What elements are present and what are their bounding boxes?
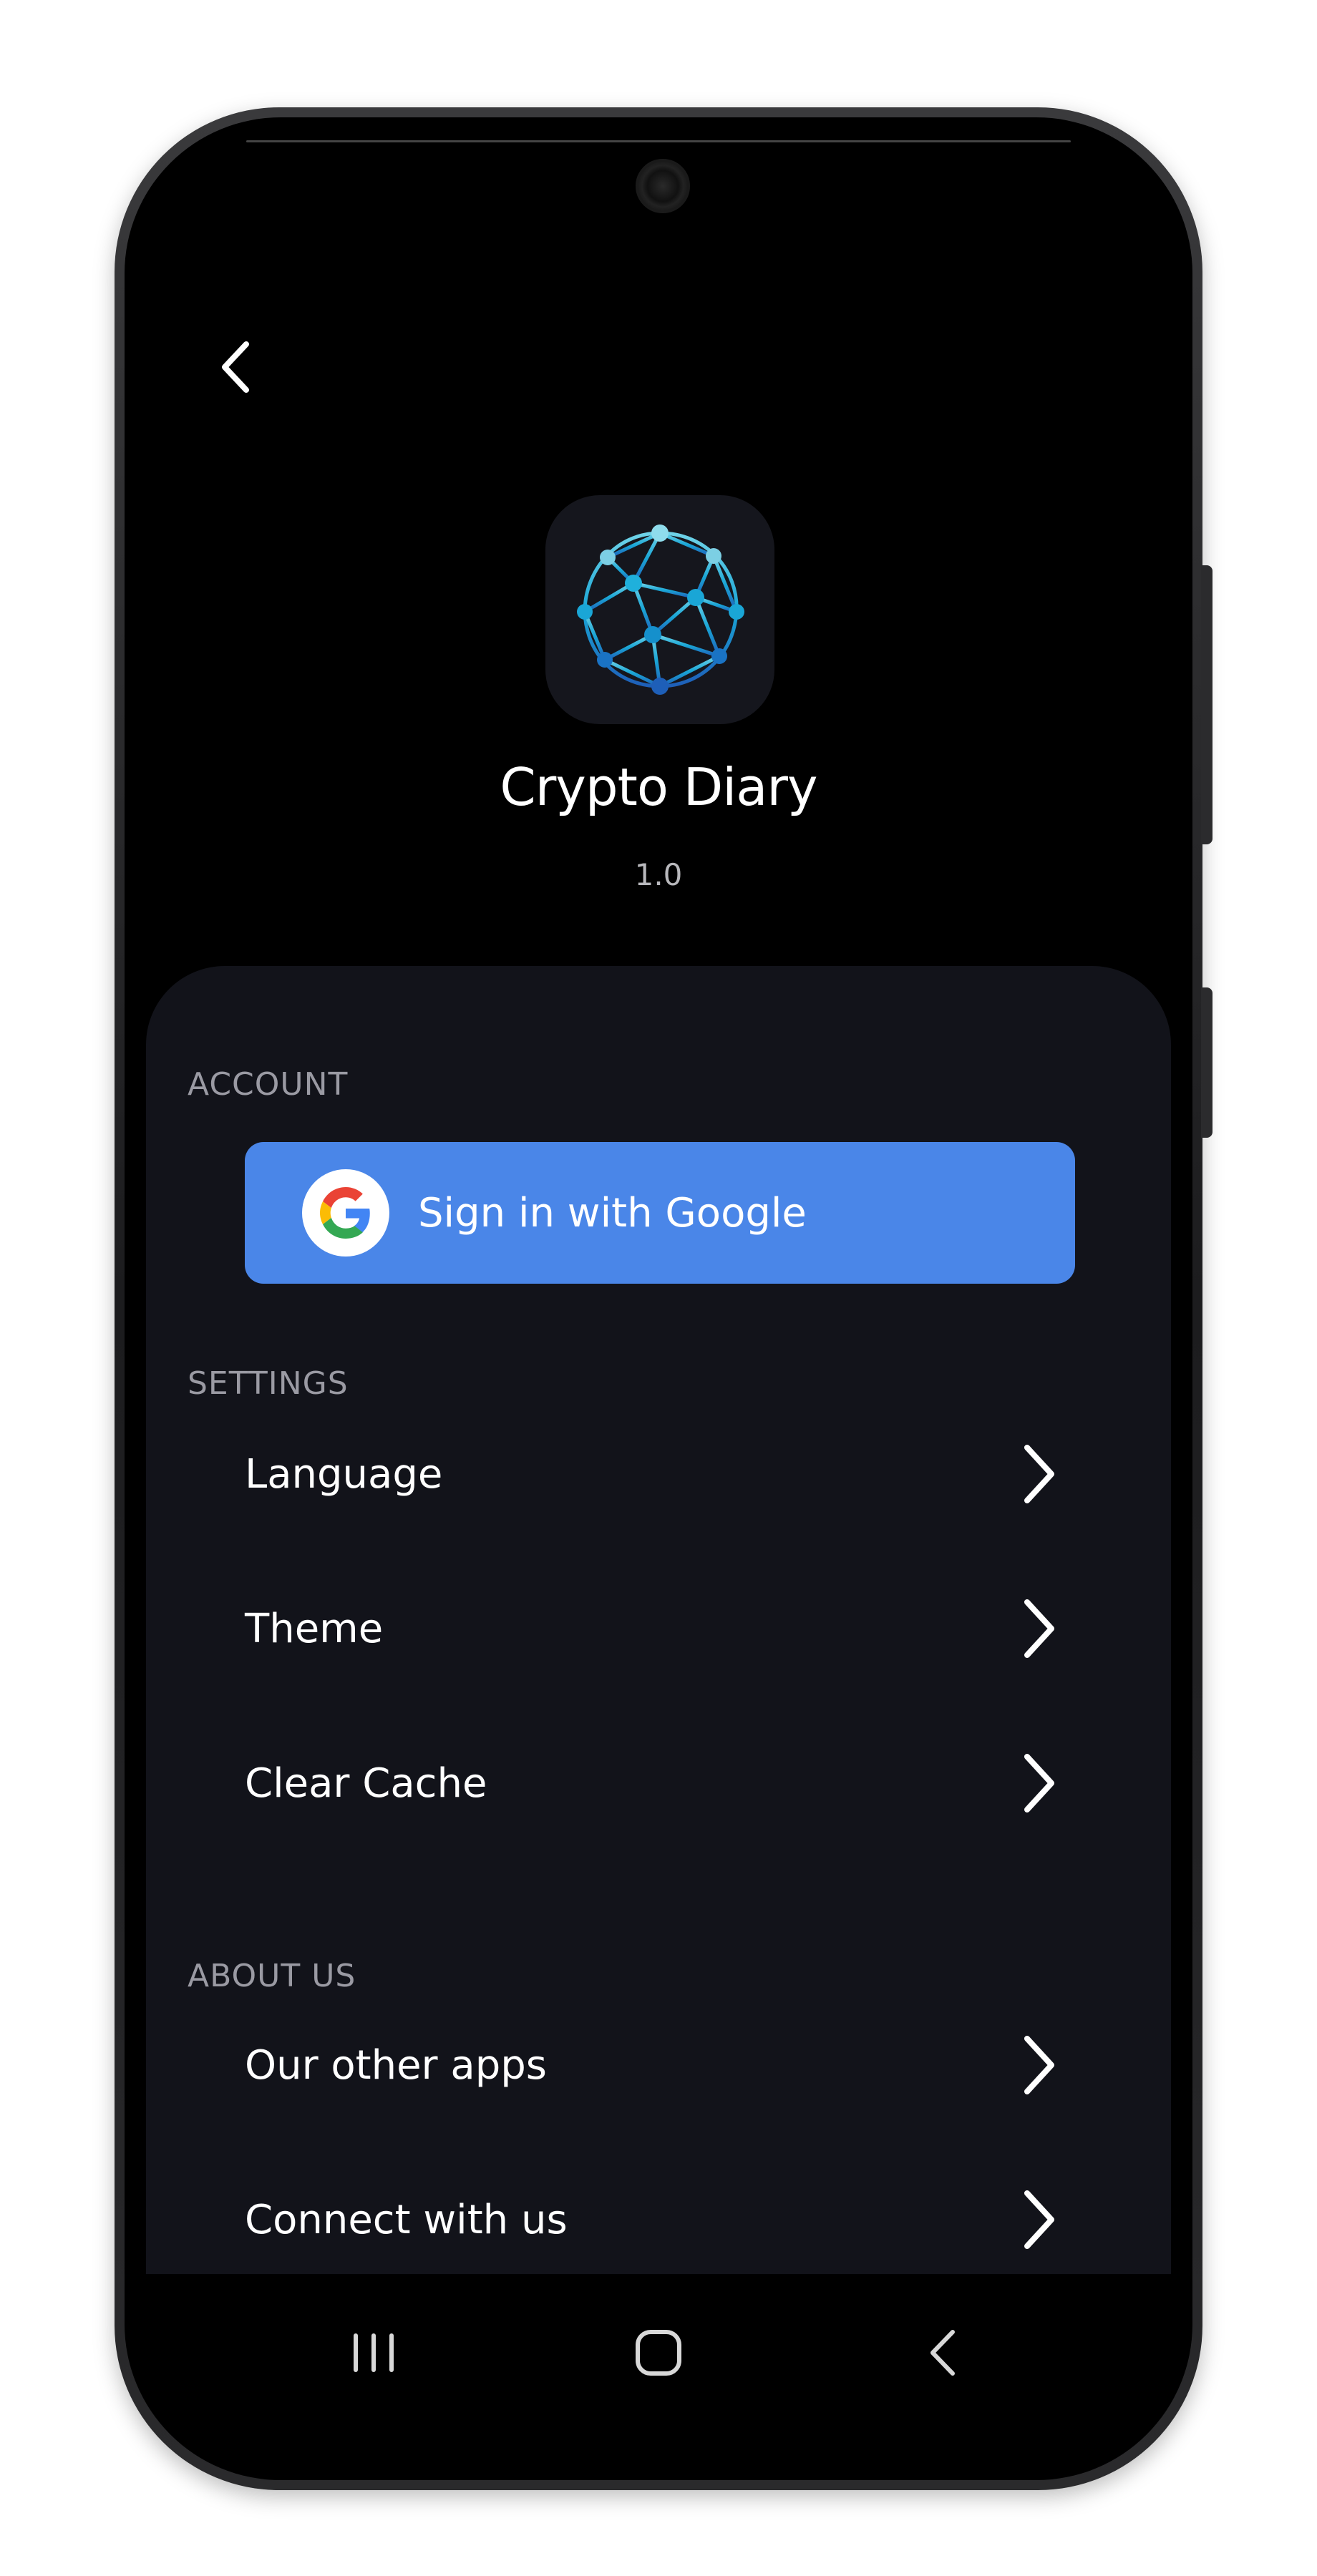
row-label: Language <box>245 1450 443 1498</box>
app-name: Crypto Diary <box>500 757 817 817</box>
settings-item-theme[interactable]: Theme <box>245 1579 1061 1679</box>
recents-icon <box>354 2333 394 2372</box>
chevron-right-icon <box>1018 2187 1061 2252</box>
row-label: Our other apps <box>245 2041 547 2089</box>
back-arrow-icon <box>222 341 249 393</box>
system-navigation-bar <box>139 2274 1178 2460</box>
google-button-label: Sign in with Google <box>418 1189 807 1236</box>
nav-recents-button[interactable] <box>331 2310 417 2396</box>
app-version: 1.0 <box>634 857 683 892</box>
power-button <box>1201 987 1212 1138</box>
chevron-right-icon <box>1018 1751 1061 1815</box>
network-globe-icon <box>577 525 744 695</box>
sign-in-with-google-button[interactable]: Sign in with Google <box>245 1142 1075 1284</box>
section-label-settings: SETTINGS <box>188 1365 349 1402</box>
nav-back-icon <box>930 2330 955 2376</box>
google-logo-badge <box>302 1169 389 1257</box>
front-camera <box>636 159 690 213</box>
chevron-right-icon <box>1018 1596 1061 1661</box>
about-item-connect-with-us[interactable]: Connect with us <box>245 2170 1061 2270</box>
home-icon <box>636 2330 681 2376</box>
app-icon <box>545 495 774 724</box>
nav-back-button[interactable] <box>900 2310 986 2396</box>
nav-home-button[interactable] <box>616 2310 701 2396</box>
phone-screen: Crypto Diary 1.0 ACCOUNT Sign in with Go… <box>139 127 1178 2460</box>
settings-sheet: ACCOUNT Sign in with Google SETTINGS Lan… <box>146 966 1171 2361</box>
section-label-account: ACCOUNT <box>188 1066 349 1103</box>
about-item-other-apps[interactable]: Our other apps <box>245 2015 1061 2115</box>
chevron-right-icon <box>1018 1442 1061 1506</box>
google-logo-icon <box>320 1187 370 1239</box>
settings-item-language[interactable]: Language <box>245 1424 1061 1524</box>
screen-edge-highlight <box>246 140 1071 142</box>
row-label: Clear Cache <box>245 1760 487 1807</box>
section-label-about: ABOUT US <box>188 1958 356 1994</box>
settings-item-clear-cache[interactable]: Clear Cache <box>245 1733 1061 1833</box>
chevron-right-icon <box>1018 2033 1061 2097</box>
row-label: Theme <box>245 1605 384 1652</box>
row-label: Connect with us <box>245 2196 568 2243</box>
volume-button <box>1201 565 1212 844</box>
back-button[interactable] <box>203 335 268 399</box>
